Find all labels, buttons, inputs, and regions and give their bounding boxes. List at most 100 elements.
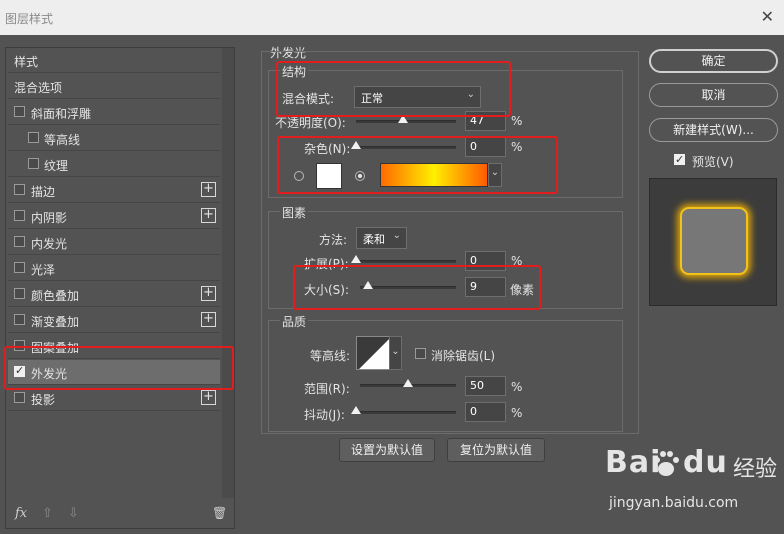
spread-slider-thumb[interactable] [351, 255, 361, 263]
spread-field[interactable]: 0 [465, 251, 506, 271]
preview-thumbnail [649, 178, 777, 306]
spread-slider[interactable] [351, 255, 456, 263]
style-item-checkbox[interactable] [14, 106, 25, 117]
glow-gradient-swatch[interactable] [380, 163, 488, 187]
style-item-checkbox[interactable] [14, 392, 25, 403]
add-effect-icon[interactable]: + [201, 182, 216, 197]
glow-color-swatch[interactable] [316, 163, 342, 189]
gradient-dropdown-chevron-icon[interactable]: ⌄ [488, 163, 502, 187]
style-item-label: 投影 [31, 393, 56, 407]
solid-color-radio[interactable] [294, 171, 304, 181]
style-item[interactable]: 斜面和浮雕 [8, 100, 220, 125]
contour-chevron-icon[interactable]: ⌄ [389, 336, 402, 370]
blend-mode-label: 混合模式: [282, 92, 335, 106]
new-style-button[interactable]: 新建样式(W)... [649, 118, 778, 142]
ok-button[interactable]: 确定 [649, 49, 778, 73]
watermark-brand-suffix: du [683, 445, 728, 480]
noise-unit: % [511, 140, 523, 154]
style-item[interactable]: 混合选项 [8, 74, 220, 99]
cancel-button[interactable]: 取消 [649, 83, 778, 107]
style-item[interactable]: 投影 + [8, 386, 220, 411]
style-item-label: 混合选项 [14, 81, 63, 95]
add-effect-icon[interactable]: + [201, 208, 216, 223]
contour-linear-icon [357, 337, 389, 369]
range-unit: % [511, 380, 523, 394]
trash-icon[interactable]: 🗑 [212, 506, 227, 520]
jitter-field[interactable]: 0 [465, 402, 506, 422]
move-up-icon[interactable]: ⇧ [42, 506, 53, 521]
opacity-label: 不透明度(O): [275, 116, 346, 130]
style-item-checkbox[interactable] [14, 210, 25, 221]
style-item[interactable]: 内发光 [8, 230, 220, 255]
style-item[interactable]: 渐变叠加 + [8, 308, 220, 333]
watermark-url: jingyan.baidu.com [609, 495, 739, 511]
jitter-slider-thumb[interactable] [351, 406, 361, 414]
method-dropdown[interactable]: 柔和 ⌄ [356, 227, 407, 249]
style-item-checkbox[interactable] [14, 314, 25, 325]
style-list-toolbar: fx ⇧ ⇩ 🗑 [6, 498, 234, 528]
opacity-slider[interactable] [356, 115, 456, 123]
spread-label: 扩展(P): [304, 257, 349, 271]
style-item-checkbox[interactable] [28, 158, 39, 169]
style-item[interactable]: 样式 [8, 48, 220, 73]
style-item-label: 描边 [31, 185, 56, 199]
set-default-button[interactable]: 设置为默认值 [339, 438, 435, 462]
style-list-scrollbar[interactable] [222, 48, 234, 498]
style-item[interactable]: 等高线 [8, 126, 220, 151]
gradient-radio[interactable] [355, 171, 365, 181]
style-item-checkbox[interactable] [14, 364, 25, 377]
style-item-checkbox[interactable] [14, 288, 25, 299]
size-field[interactable]: 9 [465, 277, 506, 297]
style-item[interactable]: 图案叠加 [8, 334, 220, 359]
noise-label: 杂色(N): [304, 142, 351, 156]
add-effect-icon[interactable]: + [201, 312, 216, 327]
style-item[interactable]: 内阴影 + [8, 204, 220, 229]
fx-icon[interactable]: fx [15, 506, 27, 521]
range-slider-thumb[interactable] [403, 379, 413, 387]
chevron-down-icon: ⌄ [466, 89, 475, 100]
preview-checkbox[interactable]: ✓ [674, 154, 685, 165]
window-title: 图层样式 [5, 12, 54, 26]
add-effect-icon[interactable]: + [201, 286, 216, 301]
structure-title: 结构 [280, 63, 309, 80]
noise-slider[interactable] [351, 141, 456, 149]
jitter-slider[interactable] [351, 406, 456, 414]
style-item-checkbox[interactable] [14, 184, 25, 195]
baidu-jingyan-watermark: Bai du 经验 jingyan.baidu.com [605, 445, 780, 525]
style-item-label: 渐变叠加 [31, 315, 80, 329]
move-down-icon[interactable]: ⇩ [68, 506, 79, 521]
style-item[interactable]: 纹理 [8, 152, 220, 177]
style-item-label: 外发光 [31, 367, 68, 381]
reset-default-button[interactable]: 复位为默认值 [447, 438, 545, 462]
method-value: 柔和 [363, 233, 385, 246]
blend-mode-dropdown[interactable]: 正常 ⌄ [354, 86, 481, 108]
noise-slider-thumb[interactable] [351, 141, 361, 149]
style-item-label: 内阴影 [31, 211, 68, 225]
style-item-checkbox[interactable] [28, 132, 39, 143]
close-icon[interactable]: ✕ [761, 8, 774, 26]
opacity-slider-thumb[interactable] [398, 115, 408, 123]
size-slider[interactable] [360, 281, 456, 289]
style-item-label: 光泽 [31, 263, 56, 277]
style-item[interactable]: 描边 + [8, 178, 220, 203]
spread-unit: % [511, 254, 523, 268]
size-label: 大小(S): [304, 283, 350, 297]
noise-field[interactable]: 0 [465, 137, 506, 157]
watermark-sub: 经验 [733, 457, 778, 482]
opacity-field[interactable]: 47 [465, 111, 506, 131]
style-item-checkbox[interactable] [14, 340, 25, 351]
range-field[interactable]: 50 [465, 376, 506, 396]
contour-picker[interactable] [356, 336, 390, 370]
title-bar: 图层样式 ✕ [0, 0, 784, 35]
style-item[interactable]: 光泽 [8, 256, 220, 281]
method-label: 方法: [319, 233, 348, 247]
size-slider-thumb[interactable] [363, 281, 373, 289]
antialias-checkbox[interactable] [415, 348, 426, 359]
add-effect-icon[interactable]: + [201, 390, 216, 405]
style-item[interactable]: 颜色叠加 + [8, 282, 220, 307]
style-item-checkbox[interactable] [14, 236, 25, 247]
style-item-checkbox[interactable] [14, 262, 25, 273]
style-item[interactable]: 外发光 [8, 360, 220, 385]
range-slider[interactable] [360, 379, 456, 387]
size-unit: 像素 [510, 283, 535, 297]
